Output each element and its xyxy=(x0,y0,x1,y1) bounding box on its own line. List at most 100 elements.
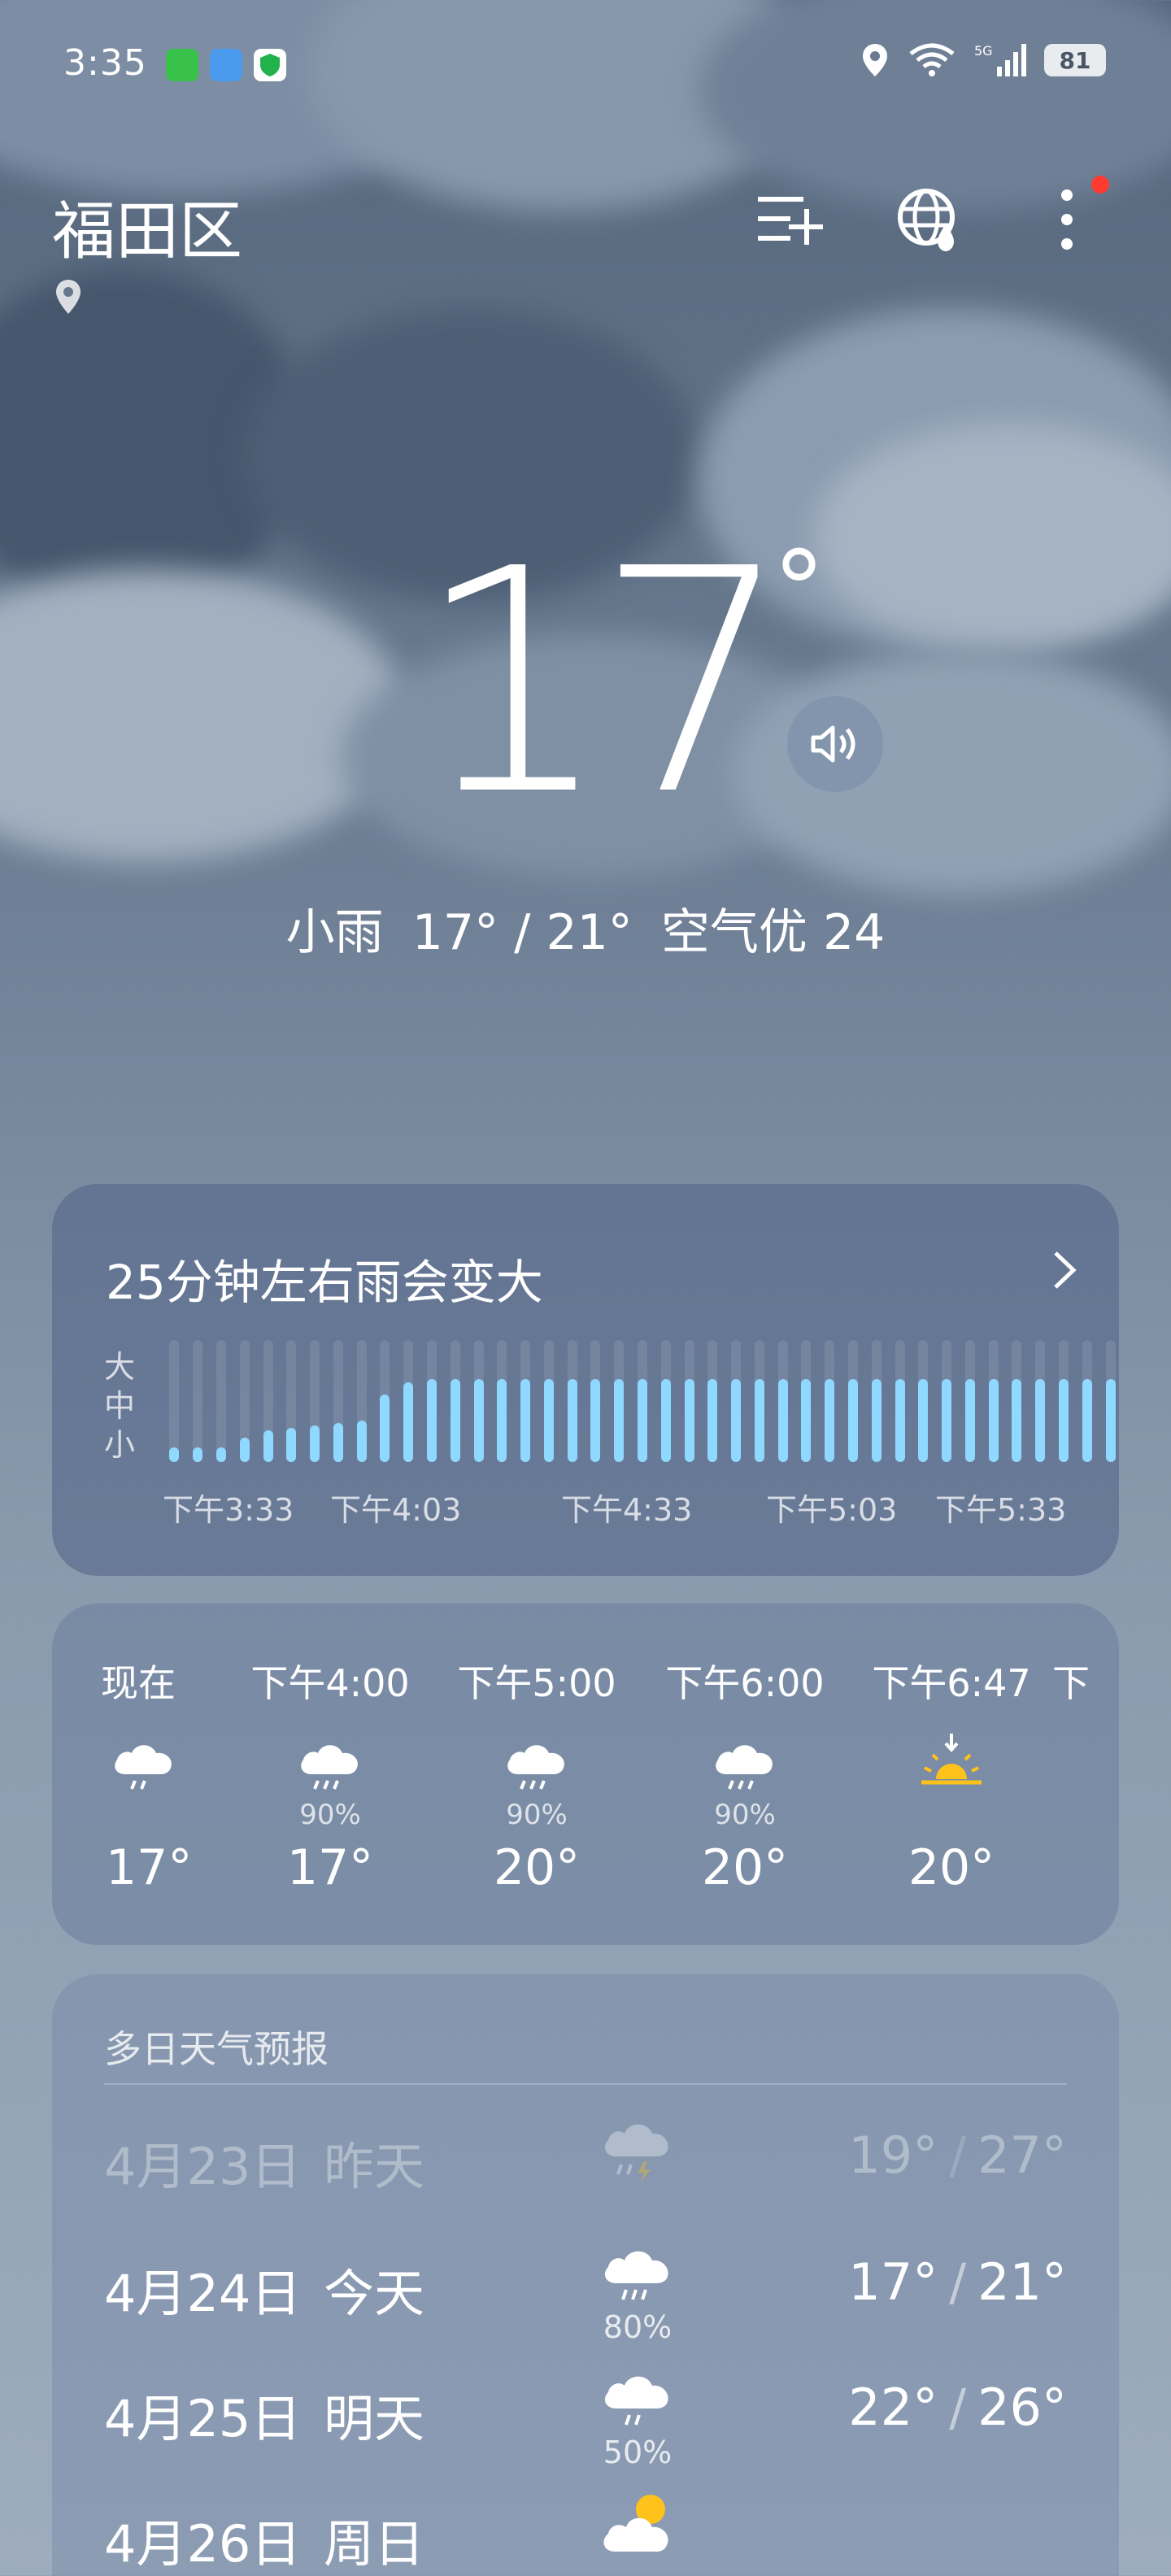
rain-cloud-icon xyxy=(500,1730,573,1804)
wifi-icon xyxy=(909,43,955,76)
rain-bar xyxy=(380,1340,390,1462)
rain-bar xyxy=(169,1340,180,1462)
rain-bar xyxy=(239,1340,250,1462)
rain-bar xyxy=(333,1340,343,1462)
globe-drop-icon xyxy=(898,189,955,251)
rain-bar xyxy=(754,1340,764,1462)
rain-bar xyxy=(638,1340,647,1462)
rain-alert-card[interactable]: 25分钟左右雨会变大 大 中 小 下午3:33 下午4:03 下午4:33 下午… xyxy=(52,1184,1119,1576)
partly-cloudy-icon xyxy=(597,2487,678,2568)
status-bar: 3:35 5G 81 xyxy=(0,0,1171,130)
hour-temp: 20° xyxy=(908,1839,995,1896)
daily-forecast-card[interactable]: 多日天气预报 4月23日 昨天 19°/27° 4月24日 今天 80% 17°… xyxy=(52,1974,1119,2576)
status-time: 3:35 xyxy=(63,42,147,84)
rain-bar xyxy=(1059,1340,1069,1462)
rain-bar xyxy=(520,1340,531,1462)
hourly-item: 下午6:47 20° xyxy=(870,1654,1033,1896)
time-tick: 下午5:33 xyxy=(935,1492,1067,1528)
hour-temp: 20° xyxy=(493,1839,581,1896)
hour-temp: 20° xyxy=(701,1839,789,1896)
rain-alert-title: 25分钟左右雨会变大 xyxy=(106,1255,543,1310)
more-vertical-icon xyxy=(1061,189,1073,250)
svg-text:5G: 5G xyxy=(974,43,993,59)
hourly-forecast-card[interactable]: 现在 17° 下午4:00 90% 17° 下午5:00 90% 20° 下午6… xyxy=(52,1603,1119,1945)
forecast-row[interactable]: 4月23日 昨天 19°/27° xyxy=(104,2109,1067,2207)
rain-bar xyxy=(614,1340,625,1462)
rain-bar xyxy=(286,1340,297,1462)
battery-indicator: 81 xyxy=(1044,44,1106,76)
hourly-item-partial: 下 xyxy=(1052,1654,1117,1708)
forecast-row[interactable]: 4月24日 今天 80% 17°/21° xyxy=(104,2236,1067,2345)
hourly-item: 下午5:00 90% 20° xyxy=(455,1654,618,1896)
rain-bar xyxy=(684,1340,694,1462)
temperature-degree: ° xyxy=(773,528,825,651)
rain-intensity-chart xyxy=(163,1340,1122,1462)
weather-app-icon xyxy=(210,49,242,81)
global-weather-button[interactable] xyxy=(890,181,968,259)
hourly-item: 下午6:00 90% 20° xyxy=(664,1654,826,1896)
forecast-row[interactable]: 4月25日 明天 50% 22°/26° xyxy=(104,2361,1067,2470)
time-tick: 下午5:03 xyxy=(766,1492,898,1528)
rain-bar xyxy=(942,1340,952,1462)
forecast-date: 4月23日 xyxy=(104,2137,302,2196)
forecast-date: 4月26日 xyxy=(104,2514,302,2574)
add-city-button[interactable] xyxy=(750,181,828,259)
rain-bar xyxy=(356,1340,367,1462)
temperature-range: 17° / 21° xyxy=(411,904,633,961)
rain-bar xyxy=(871,1340,882,1462)
forecast-row[interactable]: 4月26日 周日 xyxy=(104,2487,1067,2576)
axis-label-light: 小 xyxy=(104,1427,136,1463)
forecast-date: 4月25日 xyxy=(104,2389,302,2448)
rain-bar xyxy=(1105,1340,1116,1462)
rain-bar xyxy=(848,1340,859,1462)
security-app-icon xyxy=(254,49,286,81)
hour-temp: 17° xyxy=(286,1839,374,1896)
temperature-value: 17 xyxy=(415,503,792,863)
list-add-icon xyxy=(758,197,823,245)
condition-summary: 小雨 17° / 21° 空气优 24 xyxy=(0,893,1171,964)
time-tick: 下午3:33 xyxy=(163,1492,294,1528)
rain-bar xyxy=(707,1340,718,1462)
cellular-signal-icon: 5G xyxy=(974,43,1026,76)
rain-bar xyxy=(1035,1340,1046,1462)
forecast-precip-prob: 80% xyxy=(603,2309,673,2345)
more-options-button[interactable] xyxy=(1028,181,1106,259)
forecast-high: 21° xyxy=(977,2252,1067,2312)
rain-bar xyxy=(450,1340,460,1462)
speaker-icon xyxy=(811,725,855,763)
hourly-item: 下午4:00 90% 17° xyxy=(249,1654,411,1896)
forecast-precip-prob: 50% xyxy=(603,2435,673,2470)
rain-bar xyxy=(731,1340,742,1462)
location-status-icon xyxy=(863,44,887,76)
hour-time: 下午6:47 xyxy=(872,1661,1031,1705)
rain-bar xyxy=(964,1340,975,1462)
hourly-item: 现在 17° xyxy=(59,1654,221,1896)
location-pin-icon xyxy=(56,280,81,314)
forecast-low: 17° xyxy=(848,2252,938,2312)
rain-cloud-icon xyxy=(107,1730,181,1804)
forecast-temp-range: 19°/27° xyxy=(848,2126,1067,2185)
air-quality[interactable]: 空气优 24 xyxy=(661,904,885,961)
rain-bar xyxy=(426,1340,437,1462)
rain-bar xyxy=(310,1340,320,1462)
city-name[interactable]: 福田区 xyxy=(52,181,242,272)
forecast-high: 26° xyxy=(977,2378,1067,2437)
rain-bar xyxy=(263,1340,273,1462)
rain-cloud-icon xyxy=(294,1730,367,1804)
rain-bar xyxy=(988,1340,999,1462)
rain-bar xyxy=(497,1340,507,1462)
messages-app-icon xyxy=(166,49,198,81)
time-tick: 下午4:33 xyxy=(561,1492,693,1528)
chevron-right-icon xyxy=(1052,1246,1077,1303)
hour-time: 下午4:00 xyxy=(250,1661,410,1705)
hour-time: 下午6:00 xyxy=(665,1661,825,1705)
rain-cloud-icon xyxy=(597,2361,678,2443)
rain-bar xyxy=(1012,1340,1022,1462)
forecast-day: 昨天 xyxy=(324,2137,425,2196)
rain-bar xyxy=(215,1340,226,1462)
forecast-date: 4月24日 xyxy=(104,2264,302,2323)
rain-bar xyxy=(403,1340,414,1462)
voice-broadcast-button[interactable] xyxy=(787,696,883,792)
forecast-low: 22° xyxy=(848,2378,938,2437)
forecast-day: 今天 xyxy=(324,2264,425,2323)
